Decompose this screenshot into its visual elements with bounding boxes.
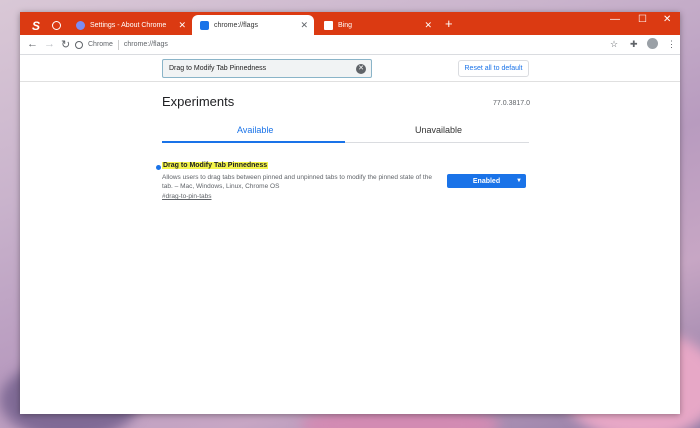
maximize-icon[interactable]: ☐ bbox=[638, 14, 647, 25]
chevron-down-icon: ▼ bbox=[516, 178, 522, 184]
modified-indicator-icon bbox=[156, 165, 161, 170]
close-icon[interactable]: ✕ bbox=[300, 20, 308, 31]
chrome-version: 77.0.3817.0 bbox=[493, 100, 530, 107]
profile-avatar[interactable] bbox=[647, 38, 658, 49]
omnibox-divider bbox=[117, 39, 119, 50]
address-bar[interactable]: Chrome chrome://flags bbox=[75, 37, 620, 52]
settings-favicon-icon bbox=[76, 20, 85, 30]
flags-search-input[interactable]: Drag to Modify Tab Pinnedness ✕ bbox=[162, 59, 372, 78]
omnibox-url[interactable]: chrome://flags bbox=[124, 41, 168, 48]
browser-window: S Settings - About Chrome ✕ chrome://fla… bbox=[20, 12, 680, 414]
active-tab-indicator bbox=[162, 141, 345, 143]
pinned-tab-2[interactable] bbox=[46, 16, 66, 35]
flags-tabs: Available Unavailable bbox=[162, 119, 529, 143]
pinned-tab-s[interactable]: S bbox=[26, 16, 46, 35]
tab-bing[interactable]: Bing ✕ bbox=[316, 15, 438, 35]
browser-toolbar: ← → ↻ Chrome chrome://flags ☆ ✚ ⋮ bbox=[20, 35, 680, 55]
close-icon[interactable]: ✕ bbox=[424, 20, 432, 31]
forward-icon[interactable]: → bbox=[44, 38, 55, 50]
close-icon[interactable]: ✕ bbox=[178, 20, 186, 31]
tab-title: Bing bbox=[338, 21, 353, 29]
flags-favicon-icon bbox=[200, 20, 209, 30]
tab-title: chrome://flags bbox=[214, 21, 258, 29]
window-close-icon[interactable]: ✕ bbox=[663, 14, 671, 25]
flags-header: Drag to Modify Tab Pinnedness ✕ Reset al… bbox=[20, 56, 680, 82]
tab-unavailable[interactable]: Unavailable bbox=[415, 125, 462, 135]
page-title: Experiments bbox=[162, 94, 235, 109]
clear-search-icon[interactable]: ✕ bbox=[356, 64, 366, 74]
reset-all-button[interactable]: Reset all to default bbox=[458, 60, 529, 77]
new-tab-button[interactable]: + bbox=[445, 16, 453, 31]
flag-permalink[interactable]: #drag-to-pin-tabs bbox=[162, 193, 212, 200]
title-bar: S Settings - About Chrome ✕ chrome://fla… bbox=[20, 12, 680, 35]
search-value: Drag to Modify Tab Pinnedness bbox=[169, 65, 267, 72]
tab-settings[interactable]: Settings - About Chrome ✕ bbox=[68, 15, 192, 35]
flag-name: Drag to Modify Tab Pinnedness bbox=[162, 162, 269, 169]
site-info-icon[interactable] bbox=[75, 40, 83, 49]
reload-icon[interactable]: ↻ bbox=[61, 38, 70, 51]
flag-description: Allows users to drag tabs between pinned… bbox=[162, 174, 432, 190]
omnibox-site: Chrome bbox=[88, 41, 113, 48]
minimize-icon[interactable]: — bbox=[610, 14, 620, 25]
tab-title: Settings - About Chrome bbox=[90, 21, 167, 29]
pinned-tabs: S bbox=[26, 16, 66, 35]
flag-state-value: Enabled bbox=[472, 177, 501, 185]
menu-icon[interactable]: ⋮ bbox=[667, 39, 676, 50]
extensions-icon[interactable]: ✚ bbox=[630, 39, 638, 50]
bing-favicon-icon bbox=[324, 20, 333, 30]
flag-state-select[interactable]: Enabled ▼ bbox=[447, 174, 526, 188]
tab-available[interactable]: Available bbox=[237, 125, 273, 135]
pinned-tab-icon bbox=[51, 21, 61, 30]
tab-flags[interactable]: chrome://flags ✕ bbox=[192, 15, 314, 35]
bookmark-star-icon[interactable]: ☆ bbox=[610, 39, 618, 50]
back-icon[interactable]: ← bbox=[27, 38, 38, 50]
